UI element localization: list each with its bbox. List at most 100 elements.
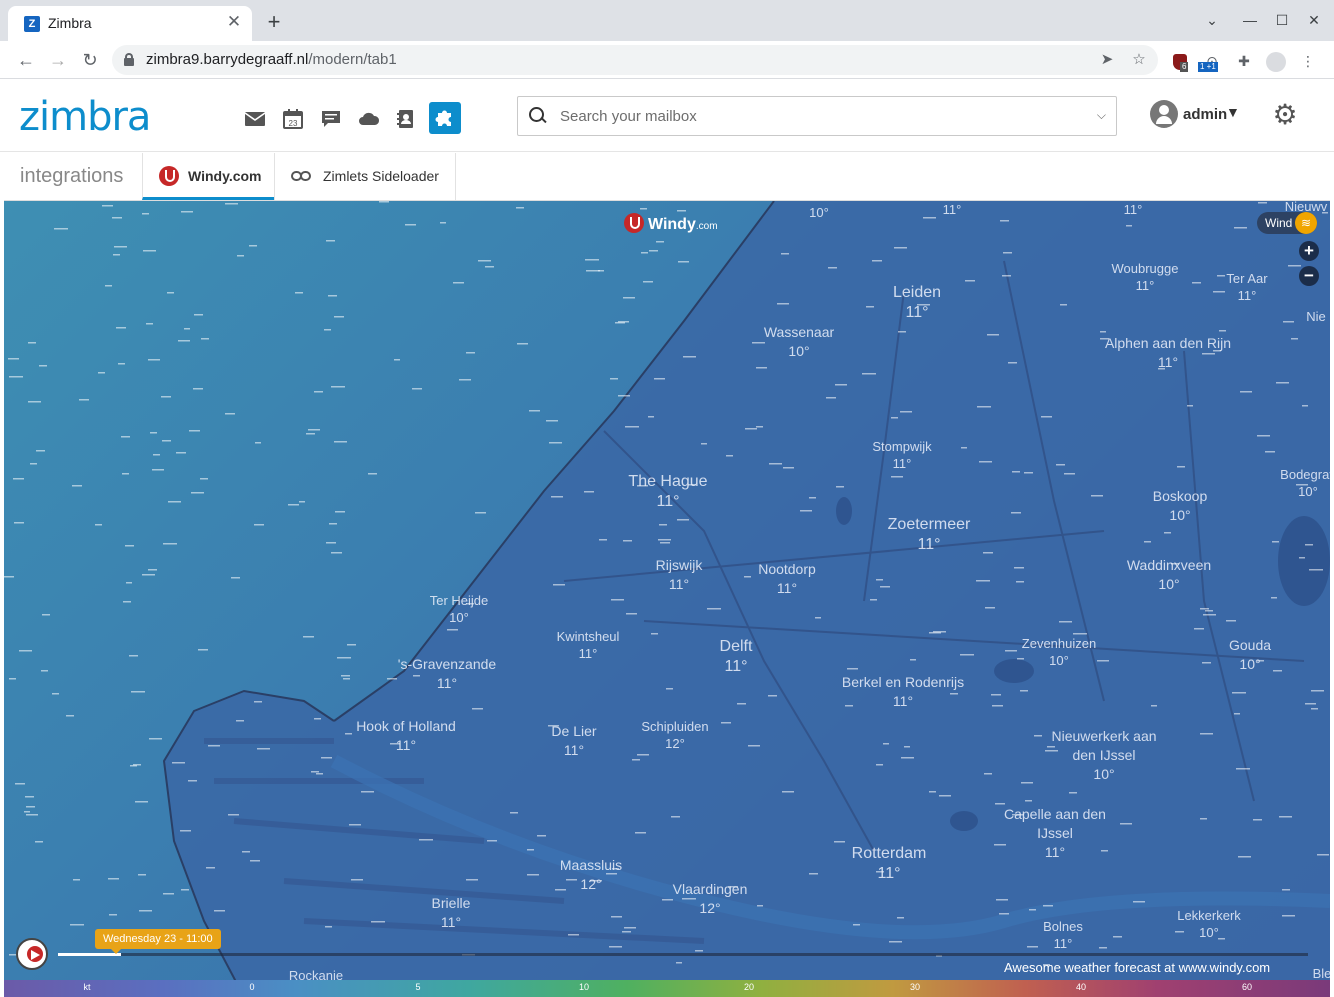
search-icon[interactable] — [528, 106, 546, 124]
city-label[interactable]: Alphen aan den Rijn 11° — [1105, 334, 1231, 372]
city-label[interactable]: Leiden 11° — [893, 283, 941, 323]
wind-particle — [114, 246, 127, 248]
wind-particle — [341, 675, 350, 677]
address-bar[interactable]: zimbra9.barrydegraaff.nl/modern/tab1 ➤ ☆ — [112, 45, 1158, 75]
city-label[interactable]: The Hague 11° — [628, 472, 707, 512]
avatar[interactable] — [1150, 100, 1178, 128]
ublock-extension-icon[interactable]: 6 — [1168, 50, 1192, 72]
city-label[interactable]: Nieuwerkerk aan den IJssel 10° — [1039, 727, 1169, 784]
wind-particle — [148, 359, 160, 361]
city-temperature: 11° — [1237, 288, 1257, 303]
city-label[interactable]: Boskoop 10° — [1153, 487, 1207, 525]
maximize-icon[interactable]: ☐ — [1272, 10, 1292, 30]
lock-icon[interactable] — [124, 53, 134, 66]
wind-particle — [1288, 265, 1301, 267]
city-label[interactable]: Delft 11° — [720, 637, 753, 677]
city-label[interactable]: 11° — [1124, 201, 1143, 218]
city-label[interactable]: 11° — [943, 201, 962, 218]
tab-search-icon[interactable]: ⌄ — [1202, 10, 1222, 30]
wind-particle — [1164, 532, 1171, 534]
wind-particle — [225, 203, 238, 205]
timestamp-bubble[interactable]: Wednesday 23 - 11:00 — [95, 929, 221, 954]
city-label[interactable]: De Lier 11° — [551, 722, 596, 760]
mailbox-search[interactable]: ⌵ — [517, 96, 1117, 136]
new-tab-icon[interactable]: + — [262, 10, 286, 34]
chevron-down-icon[interactable]: ⌵ — [1097, 108, 1106, 123]
city-label[interactable]: Zevenhuizen 10° — [1022, 635, 1096, 669]
minimize-icon[interactable]: — — [1240, 10, 1260, 30]
city-temperature: 10° — [788, 343, 810, 359]
city-temperature: 10° — [1199, 925, 1219, 940]
city-label[interactable]: Bolnes 11° — [1043, 918, 1083, 952]
chat-icon[interactable] — [315, 102, 347, 134]
forward-icon[interactable]: → — [47, 49, 69, 71]
city-label[interactable]: Ter Heijde 10° — [430, 592, 489, 626]
city-label[interactable]: Stompwijk 11° — [872, 438, 931, 472]
wind-particle — [876, 764, 883, 766]
city-label[interactable]: Woubrugge 11° — [1112, 260, 1179, 294]
city-label[interactable]: Schipluiden 12° — [641, 718, 708, 752]
cloud-icon[interactable] — [353, 102, 385, 134]
search-input[interactable] — [560, 105, 1080, 127]
windy-credit[interactable]: Awesome weather forecast at www.windy.co… — [1004, 960, 1270, 975]
browser-tab[interactable]: Z Zimbra ✕ — [8, 6, 252, 41]
city-label[interactable]: Lekkerkerk 10° — [1177, 907, 1241, 941]
wind-layer-selector[interactable]: Wind ≋ — [1257, 212, 1317, 234]
browser-menu-icon[interactable]: ⋮ — [1296, 50, 1320, 72]
extensions-puzzle-icon[interactable]: ✚ — [1232, 50, 1256, 72]
calendar-icon[interactable]: 23 — [277, 102, 309, 134]
username[interactable]: admin — [1183, 106, 1227, 123]
city-label[interactable]: Brielle 11° — [432, 894, 471, 932]
contacts-icon[interactable] — [390, 102, 422, 134]
integrations-icon[interactable] — [429, 102, 461, 134]
city-label[interactable]: 10° — [809, 204, 829, 221]
gear-icon[interactable]: ⚙ — [1269, 99, 1301, 131]
bookmark-star-icon[interactable]: ☆ — [1128, 49, 1150, 71]
send-icon[interactable]: ➤ — [1096, 49, 1118, 71]
wind-particle — [41, 670, 48, 672]
city-label[interactable]: Nie — [1306, 308, 1326, 325]
user-menu-caret-icon[interactable]: ▼ — [1226, 104, 1240, 120]
city-label[interactable]: Berkel en Rodenrijs 11° — [842, 673, 964, 711]
wind-particle — [1272, 541, 1279, 543]
tab-zimlets-sideloader[interactable]: Zimlets Sideloader — [274, 153, 456, 200]
wind-particle — [440, 222, 446, 224]
zoom-in-button[interactable]: + — [1299, 241, 1319, 261]
windy-map[interactable]: Windy.com 10° 11° 11° Nieuwv Nie Leiden 11° Wou… — [4, 201, 1330, 997]
profile-icon[interactable] — [1264, 50, 1288, 73]
city-label[interactable]: Waddinxveen 10° — [1127, 556, 1211, 594]
city-label[interactable]: Capelle aan den IJssel 11° — [990, 805, 1120, 862]
mail-icon[interactable] — [239, 102, 271, 134]
window-close-icon[interactable]: ✕ — [1304, 10, 1324, 30]
city-label[interactable]: Bodegrav 10° — [1280, 466, 1330, 500]
city-label[interactable]: Nootdorp 11° — [758, 560, 816, 598]
city-label[interactable]: 's-Gravenzande 11° — [398, 655, 496, 693]
city-label[interactable]: Kwintsheul 11° — [557, 628, 620, 662]
city-label[interactable]: Rijswijk 11° — [656, 556, 703, 594]
reload-icon[interactable]: ↻ — [79, 49, 101, 71]
wind-particle — [108, 878, 119, 880]
city-label[interactable]: Hook of Holland 11° — [356, 717, 456, 755]
zimbra-logo[interactable]: zimbra — [19, 94, 151, 140]
wind-particle — [777, 303, 789, 305]
city-label[interactable]: Zoetermeer 11° — [888, 515, 971, 555]
city-label[interactable]: Vlaardingen 12° — [673, 880, 748, 918]
play-button[interactable] — [16, 938, 48, 970]
windy-logo[interactable]: Windy.com — [624, 213, 718, 234]
zoom-out-button[interactable]: − — [1299, 266, 1319, 286]
tab-windy[interactable]: Windy.com — [142, 153, 274, 200]
tab-close-icon[interactable]: ✕ — [224, 12, 244, 32]
password-extension-icon[interactable]: ⊙ 1 +1 — [1198, 50, 1224, 72]
city-label[interactable]: Ter Aar 11° — [1226, 270, 1267, 304]
wind-particle — [891, 417, 898, 419]
city-label[interactable]: Rotterdam 11° — [852, 844, 927, 884]
back-icon[interactable]: ← — [15, 49, 37, 71]
wind-particle — [991, 694, 1001, 696]
wind-particle — [142, 213, 149, 215]
city-name: Nieuwerkerk aan den IJssel — [1051, 728, 1157, 763]
city-label[interactable]: Wassenaar 10° — [764, 323, 834, 361]
timeline-slider[interactable] — [58, 953, 1308, 956]
city-label[interactable]: Gouda 10° — [1229, 636, 1271, 674]
city-label[interactable]: Maassluis 12° — [560, 856, 622, 894]
wind-particle — [257, 748, 270, 750]
